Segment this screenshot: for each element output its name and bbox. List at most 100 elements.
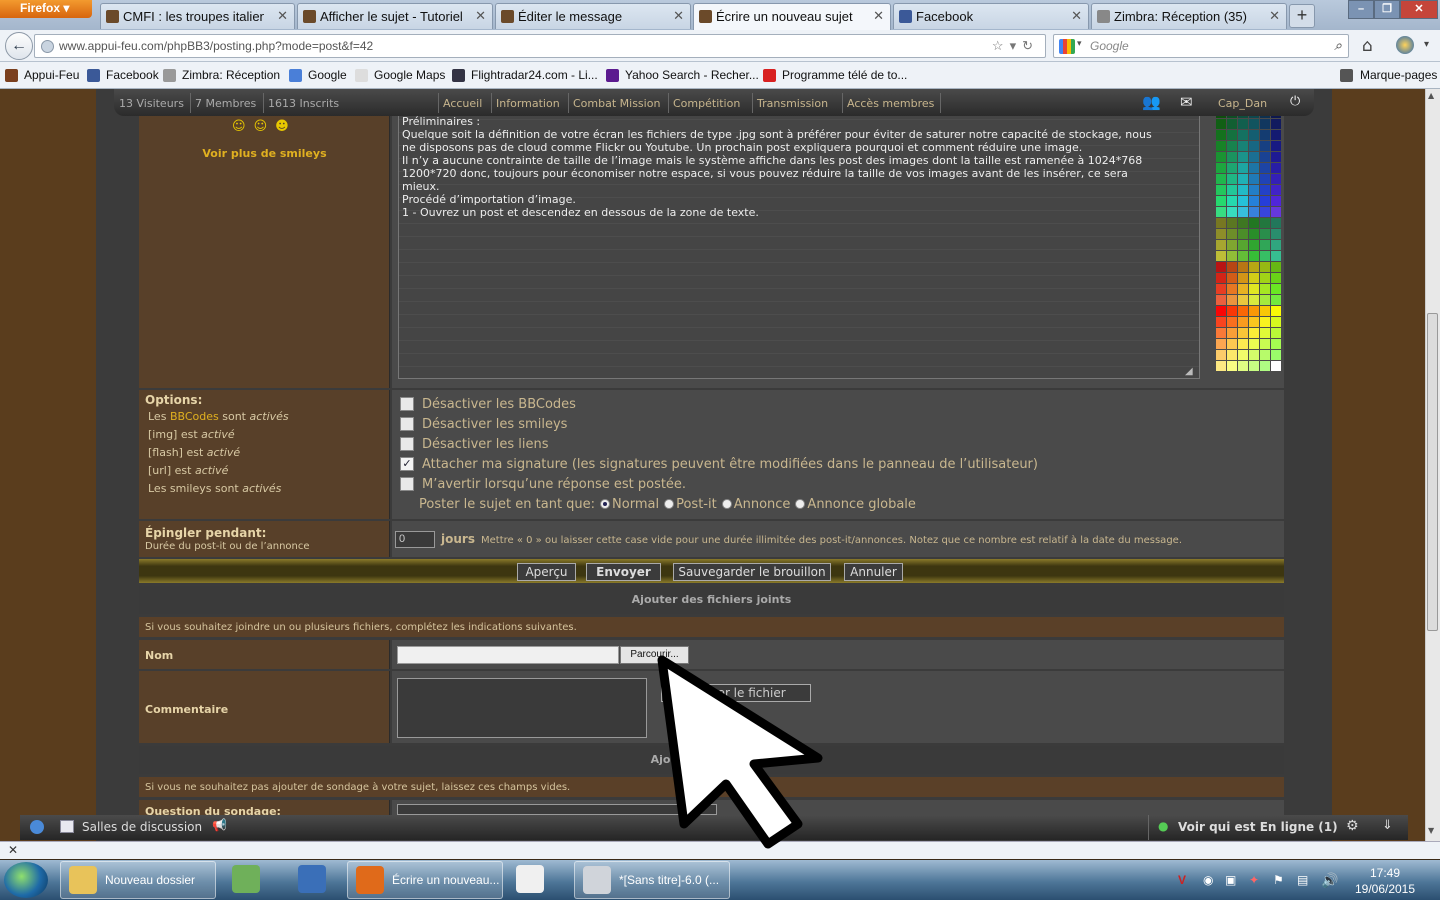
forum-stat[interactable]: 7 Membres [195,97,256,110]
scrollbar-thumb[interactable] [1427,313,1438,631]
color-swatch[interactable] [1227,273,1237,283]
color-swatch[interactable] [1249,295,1259,305]
megaphone-icon[interactable]: 📢 [212,818,227,832]
taskbar-item[interactable]: Nouveau dossier [60,861,216,899]
color-swatch[interactable] [1260,295,1270,305]
bookmark-item[interactable]: Google [289,68,347,82]
color-swatch[interactable] [1238,251,1248,261]
color-swatch[interactable] [1249,152,1259,162]
color-swatch[interactable] [1260,262,1270,272]
post-type-radio[interactable] [721,498,732,509]
color-swatch[interactable] [1249,251,1259,261]
smiley-row[interactable]: ☺☺☻ [232,119,297,134]
post-type-radio[interactable] [795,498,806,509]
color-swatch[interactable] [1238,119,1248,129]
tray-icon[interactable]: ✦ [1249,873,1259,887]
search-bar[interactable]: ▾ Google ⌕ [1053,34,1349,58]
color-swatch[interactable] [1260,229,1270,239]
color-swatch[interactable] [1227,339,1237,349]
color-swatch[interactable] [1249,185,1259,195]
scroll-up-icon[interactable]: ▲ [1428,91,1434,100]
option-checkbox-row[interactable]: ✓ Attacher ma signature (les signatures p… [400,456,1038,472]
color-swatch[interactable] [1238,306,1248,316]
color-swatch[interactable] [1216,119,1226,129]
cancel-button[interactable]: Annuler [844,563,903,581]
color-swatch[interactable] [1249,339,1259,349]
color-swatch[interactable] [1271,317,1281,327]
color-swatch[interactable] [1271,262,1281,272]
tab-5[interactable]: Zimbra: Réception (35) ✕ [1091,3,1287,29]
color-swatch[interactable] [1227,119,1237,129]
site-identity-icon[interactable] [41,40,54,53]
mail-icon[interactable]: ✉ [1180,93,1193,111]
color-swatch[interactable] [1249,350,1259,360]
color-swatch[interactable] [1260,284,1270,294]
color-swatch[interactable] [1216,185,1226,195]
color-swatch[interactable] [1260,119,1270,129]
option-checkbox-row[interactable]: M’avertir lorsqu’une réponse est postée. [400,476,686,492]
color-swatch[interactable] [1238,240,1248,250]
post-type-radio[interactable] [600,498,611,509]
color-swatch[interactable] [1249,163,1259,173]
option-checkbox-row[interactable]: Désactiver les smileys [400,416,567,432]
color-swatch[interactable] [1216,251,1226,261]
color-swatch[interactable] [1271,130,1281,140]
addon-icon[interactable] [1396,36,1414,54]
bookmark-item[interactable]: Zimbra: Réception [163,68,280,82]
close-tab-icon[interactable]: ✕ [277,8,288,24]
checkbox[interactable] [400,396,414,411]
color-swatch[interactable] [1238,174,1248,184]
taskbar-item[interactable] [224,861,280,899]
close-icon[interactable]: ✕ [8,843,18,857]
tab-1[interactable]: Afficher le sujet - Tutoriel : i... ✕ [297,3,493,29]
color-swatch[interactable] [1238,207,1248,217]
color-swatch[interactable] [1216,317,1226,327]
color-swatch[interactable] [1227,152,1237,162]
color-swatch[interactable] [1216,284,1226,294]
color-swatch[interactable] [1227,218,1237,228]
bookmarks-menu[interactable]: Marque-pages [1340,68,1437,82]
color-swatch[interactable] [1249,207,1259,217]
color-swatch[interactable] [1271,284,1281,294]
color-swatch[interactable] [1227,262,1237,272]
option-checkbox-row[interactable]: Désactiver les liens [400,436,549,452]
firefox-menu-button[interactable]: Firefox ▾ [0,0,92,18]
forum-nav-link[interactable]: Combat Mission [573,97,660,110]
color-swatch[interactable] [1260,306,1270,316]
color-swatch[interactable] [1249,240,1259,250]
color-swatch[interactable] [1260,240,1270,250]
reload-icon[interactable]: ↻ [1022,38,1039,53]
color-swatch[interactable] [1216,240,1226,250]
color-swatch[interactable] [1227,185,1237,195]
color-swatch[interactable] [1260,152,1270,162]
color-swatch[interactable] [1271,306,1281,316]
color-swatch[interactable] [1227,130,1237,140]
color-swatch[interactable] [1271,251,1281,261]
file-path-input[interactable] [397,646,619,664]
forum-nav-link[interactable]: Accueil [443,97,482,110]
color-swatch[interactable] [1271,339,1281,349]
color-swatch[interactable] [1238,130,1248,140]
color-swatch[interactable] [1271,361,1281,371]
bookmark-item[interactable]: Flightradar24.com - Li... [452,68,598,82]
color-swatch[interactable] [1227,207,1237,217]
color-swatch[interactable] [1271,174,1281,184]
color-swatch[interactable] [1227,317,1237,327]
color-swatch[interactable] [1260,130,1270,140]
color-swatch[interactable] [1271,163,1281,173]
color-swatch[interactable] [1216,196,1226,206]
color-swatch[interactable] [1238,361,1248,371]
forum-stat[interactable]: 13 Visiteurs [119,97,184,110]
action-center-icon[interactable]: ⚑ [1273,873,1284,887]
taskbar-item[interactable]: *[Sans titre]-6.0 (... [574,861,730,899]
color-swatch[interactable] [1271,229,1281,239]
color-swatch[interactable] [1271,328,1281,338]
resize-grip-icon[interactable]: ◢ [1185,366,1193,377]
color-swatch[interactable] [1238,141,1248,151]
home-icon[interactable]: ⌂ [1362,36,1373,56]
user-name[interactable]: Cap_Dan [1218,97,1267,110]
color-swatch[interactable] [1216,174,1226,184]
color-swatch[interactable] [1271,350,1281,360]
volume-icon[interactable]: 🔊 [1321,872,1338,889]
color-swatch[interactable] [1249,328,1259,338]
